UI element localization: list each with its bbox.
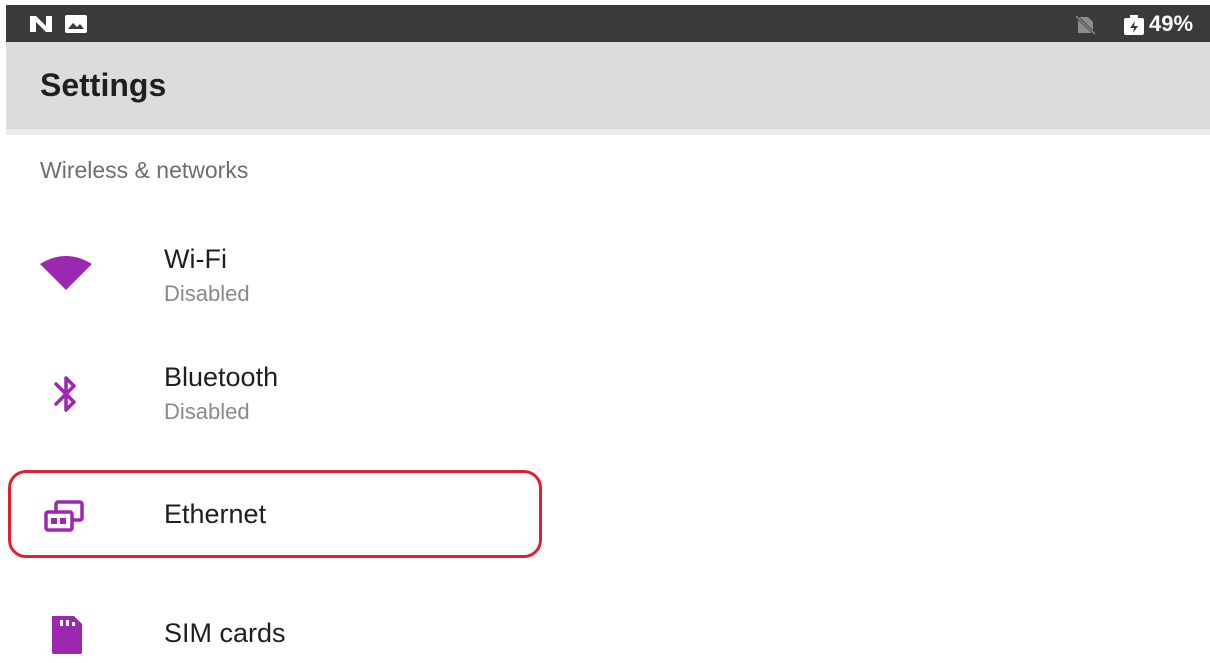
sim-card-icon (52, 616, 82, 654)
battery-percentage: 49% (1149, 11, 1194, 36)
settings-item-ethernet[interactable]: Ethernet (6, 470, 1210, 580)
no-sim-icon (1074, 15, 1096, 35)
settings-item-subtitle: Disabled (164, 399, 250, 424)
settings-item-sim-cards[interactable]: SIM cards (6, 590, 1210, 663)
left-edge (0, 0, 6, 663)
settings-item-title: Bluetooth (164, 362, 279, 392)
settings-item-title: SIM cards (164, 618, 286, 648)
image-notification-icon (65, 15, 87, 33)
settings-screen: 49% Settings Wireless & networks Wi-Fi D… (0, 0, 1210, 663)
settings-item-title: Ethernet (164, 499, 267, 529)
status-bar: 49% (6, 5, 1210, 42)
wifi-icon (40, 256, 92, 290)
ethernet-icon (44, 500, 84, 532)
settings-item-bluetooth[interactable]: Bluetooth Disabled (6, 340, 1210, 450)
battery-charging-icon (1124, 15, 1144, 35)
bluetooth-icon (54, 376, 76, 412)
app-bar: Settings (6, 42, 1210, 135)
settings-item-subtitle: Disabled (164, 281, 250, 306)
settings-item-title: Wi-Fi (164, 244, 227, 274)
n-notification-icon (30, 16, 52, 32)
settings-item-wifi[interactable]: Wi-Fi Disabled (6, 222, 1210, 332)
page-title: Settings (40, 67, 167, 103)
section-header-wireless-networks: Wireless & networks (40, 157, 249, 183)
